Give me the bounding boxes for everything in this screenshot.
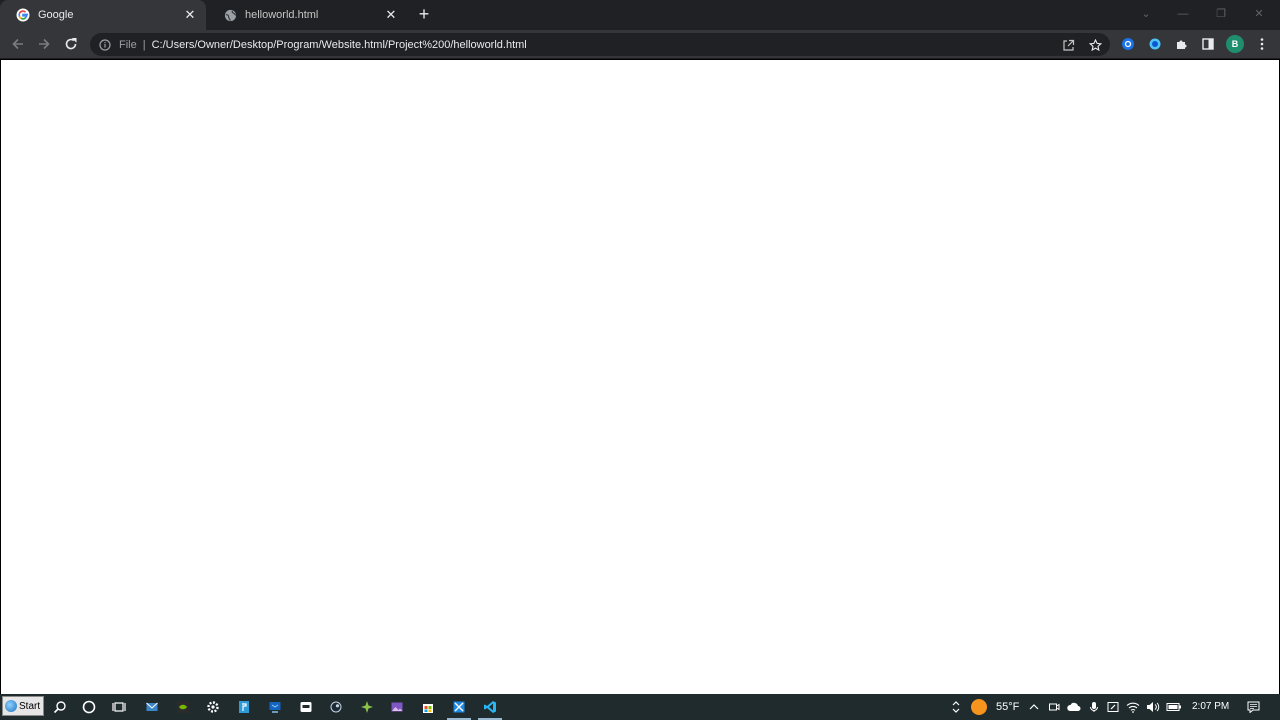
steam-icon[interactable]: [328, 699, 344, 715]
weather-temperature[interactable]: 55°F: [996, 701, 1019, 713]
battery-icon[interactable]: [1166, 700, 1182, 714]
volume-icon[interactable]: [1146, 700, 1160, 714]
more-menu-icon[interactable]: [1252, 34, 1272, 54]
nvidia-app-icon[interactable]: [175, 699, 191, 715]
taskbar: Start 55°F 2:07 PM: [0, 694, 1280, 720]
address-bar[interactable]: File | C:/Users/Owner/Desktop/Program/We…: [90, 33, 1110, 56]
wifi-icon[interactable]: [1126, 700, 1140, 714]
tab-helloworld[interactable]: helloworld.html ✕: [207, 0, 407, 30]
google-g-icon: [16, 8, 30, 22]
weather-sun-icon[interactable]: [970, 698, 988, 716]
profile-avatar[interactable]: B: [1226, 35, 1244, 53]
mixed-app-icon[interactable]: [447, 699, 471, 720]
omnibox-separator: |: [142, 38, 146, 51]
bookmark-star-icon[interactable]: [1087, 37, 1103, 53]
close-tab-icon[interactable]: ✕: [182, 7, 198, 23]
notifications-icon[interactable]: [1246, 700, 1260, 714]
store-app-icon[interactable]: [420, 699, 436, 715]
tab-title: Google: [38, 9, 74, 21]
extension-blue-icon[interactable]: [1118, 34, 1138, 54]
extension-circle-icon[interactable]: [1145, 34, 1165, 54]
restore-icon[interactable]: ❐: [1212, 6, 1230, 22]
start-button[interactable]: Start: [2, 696, 44, 716]
close-window-icon[interactable]: ✕: [1250, 6, 1268, 22]
show-hidden-icons-icon[interactable]: [1027, 700, 1041, 714]
browser-toolbar: File | C:/Users/Owner/Desktop/Program/We…: [0, 30, 1280, 59]
photos-app-icon[interactable]: [389, 699, 405, 715]
scheme-label: File: [119, 38, 137, 51]
page-content: [1, 60, 1279, 694]
url-text[interactable]: C:/Users/Owner/Desktop/Program/Website.h…: [152, 39, 527, 51]
meet-now-icon[interactable]: [1047, 700, 1061, 714]
app-window-icon[interactable]: [298, 699, 314, 715]
tab-google[interactable]: Google ✕: [0, 0, 206, 30]
tab-strip: Google ✕ helloworld.html ✕ + ⌄ — ❐ ✕: [0, 0, 1280, 30]
new-tab-button[interactable]: +: [414, 5, 434, 25]
settings-gear-icon[interactable]: [205, 699, 221, 715]
onedrive-cloud-icon[interactable]: [1066, 700, 1082, 714]
tab-title: helloworld.html: [245, 9, 319, 21]
extensions-puzzle-icon[interactable]: [1172, 34, 1192, 54]
side-panel-icon[interactable]: [1198, 34, 1218, 54]
microphone-icon[interactable]: [1087, 700, 1101, 714]
site-info-icon[interactable]: [98, 38, 112, 52]
search-icon[interactable]: [52, 699, 68, 715]
back-icon[interactable]: [8, 34, 28, 54]
tray-scroll-icon[interactable]: [950, 700, 962, 714]
vscode-icon[interactable]: [478, 699, 502, 720]
forward-icon[interactable]: [34, 34, 54, 54]
reload-icon[interactable]: [61, 34, 81, 54]
cortana-icon[interactable]: [81, 699, 97, 715]
start-orb-icon: [5, 700, 17, 712]
mail-app-icon[interactable]: [144, 699, 160, 715]
tray-clock[interactable]: 2:07 PM: [1192, 701, 1229, 712]
file-explorer-icon[interactable]: [236, 699, 252, 715]
tab-search-icon[interactable]: ⌄: [1137, 6, 1155, 22]
pen-workspace-icon[interactable]: [1106, 700, 1120, 714]
task-view-icon[interactable]: [111, 699, 127, 715]
remote-desktop-icon[interactable]: [267, 699, 283, 715]
minimize-icon[interactable]: —: [1174, 6, 1192, 22]
share-icon[interactable]: [1060, 37, 1076, 53]
sparkle-app-icon[interactable]: [359, 699, 375, 715]
start-label: Start: [19, 700, 41, 712]
close-tab-icon[interactable]: ✕: [383, 7, 399, 23]
globe-icon: [223, 8, 237, 22]
